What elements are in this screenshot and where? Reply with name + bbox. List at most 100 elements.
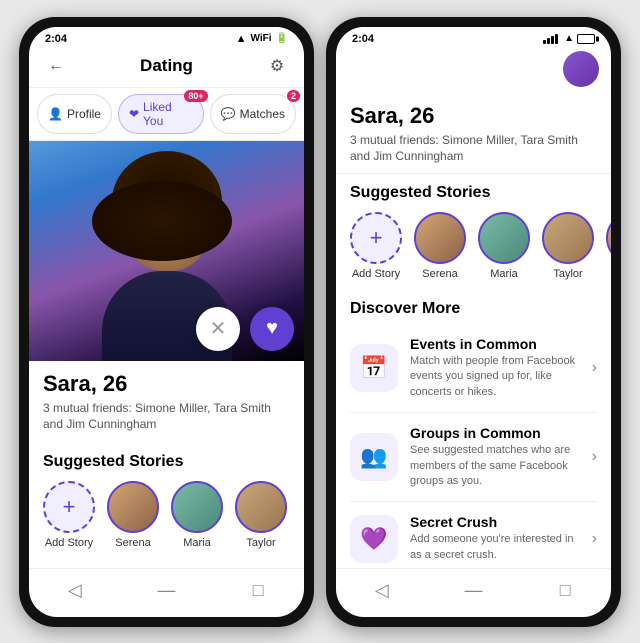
back-nav-left[interactable]: ◁ [55, 577, 95, 605]
serena-avatar[interactable] [107, 481, 159, 533]
dislike-button[interactable]: ✕ [196, 307, 240, 351]
tab-profile[interactable]: 👤 Profile [37, 94, 112, 134]
events-text: Events in Common Match with people from … [410, 336, 580, 400]
home-nav-right[interactable]: — [453, 577, 493, 605]
status-bar-right: 2:04 ▲ [336, 27, 611, 47]
like-button[interactable]: ♥ [250, 307, 294, 351]
right-story-jo[interactable]: Jo [606, 212, 611, 280]
events-desc: Match with people from Facebook events y… [410, 354, 580, 400]
secret-crush-text: Secret Crush Add someone you're interest… [410, 514, 580, 563]
right-top-area [336, 47, 611, 93]
add-story-avatar[interactable]: + [43, 481, 95, 533]
right-profile-name: Sara, 26 [350, 103, 597, 129]
right-add-avatar[interactable]: + [350, 212, 402, 264]
back-nav-right[interactable]: ◁ [362, 577, 402, 605]
taylor-avatar[interactable] [235, 481, 287, 533]
right-scroll-content: Sara, 26 3 mutual friends: Simone Miller… [336, 93, 611, 568]
right-add-label: Add Story [352, 268, 400, 280]
signal-bar-3 [551, 36, 554, 44]
tab-profile-label: Profile [67, 107, 101, 121]
right-story-taylor[interactable]: Taylor [542, 212, 594, 280]
battery-icon-left: 🔋 [276, 33, 288, 44]
maria-label: Maria [183, 537, 211, 549]
right-jo-avatar[interactable] [606, 212, 611, 264]
person-hair [112, 151, 222, 251]
right-story-maria[interactable]: Maria [478, 212, 530, 280]
square-nav-right[interactable]: □ [545, 577, 585, 605]
story-maria[interactable]: Maria [171, 481, 223, 549]
matches-badge: 2 [287, 90, 300, 102]
stories-row: + Add Story Serena Maria Taylor [29, 477, 304, 559]
chat-icon: 💬 [221, 107, 236, 121]
secret-crush-desc: Add someone you're interested in as a se… [410, 532, 580, 563]
secret-crush-name: Secret Crush [410, 514, 580, 530]
status-icons-right: ▲ [543, 33, 595, 44]
maria-avatar[interactable] [171, 481, 223, 533]
signal-bar-1 [543, 40, 546, 44]
story-add[interactable]: + Add Story [43, 481, 95, 549]
groups-icon: 👥 [350, 433, 398, 481]
signal-bar-4 [555, 34, 558, 44]
heart-icon: ❤ [129, 107, 139, 121]
wifi-icon: WiFi [251, 33, 272, 44]
signal-bars [543, 34, 558, 44]
tab-liked-you[interactable]: ❤ Liked You 80+ [118, 94, 204, 134]
wifi-icon-right: ▲ [564, 33, 574, 44]
status-bar-left: 2:04 ▲ WiFi 🔋 [29, 27, 304, 47]
discover-secret-crush[interactable]: 💜 Secret Crush Add someone you're intere… [350, 502, 597, 567]
status-icons-left: ▲ WiFi 🔋 [236, 33, 288, 45]
profile-icon: 👤 [48, 107, 63, 121]
signal-bar-2 [547, 38, 550, 44]
groups-name: Groups in Common [410, 425, 580, 441]
groups-arrow: › [592, 448, 597, 466]
groups-text: Groups in Common See suggested matches w… [410, 425, 580, 489]
events-name: Events in Common [410, 336, 580, 352]
serena-label: Serena [115, 537, 150, 549]
signal-icon: ▲ [236, 33, 247, 45]
right-story-add[interactable]: + Add Story [350, 212, 402, 280]
story-taylor[interactable]: Taylor [235, 481, 287, 549]
home-nav-left[interactable]: — [146, 577, 186, 605]
profile-friends: 3 mutual friends: Simone Miller, Tara Sm… [43, 400, 290, 434]
discover-groups[interactable]: 👥 Groups in Common See suggested matches… [350, 413, 597, 502]
right-serena-label: Serena [422, 268, 457, 280]
suggested-stories-title: Suggested Stories [29, 443, 304, 477]
user-avatar[interactable] [563, 51, 599, 87]
add-story-label: Add Story [45, 537, 93, 549]
profile-name: Sara, 26 [43, 371, 290, 397]
discover-title: Discover More [336, 290, 611, 324]
discover-list: 📅 Events in Common Match with people fro… [336, 324, 611, 567]
back-button[interactable]: ← [41, 51, 71, 81]
action-buttons: ✕ ♥ [196, 307, 294, 351]
right-maria-avatar[interactable] [478, 212, 530, 264]
tab-matches[interactable]: 💬 Matches 2 [210, 94, 296, 134]
events-arrow: › [592, 359, 597, 377]
tab-matches-label: Matches [240, 107, 285, 121]
discover-events[interactable]: 📅 Events in Common Match with people fro… [350, 324, 597, 413]
right-taylor-avatar[interactable] [542, 212, 594, 264]
right-phone: 2:04 ▲ Sara, 26 3 mutual friends: Simone… [326, 17, 621, 627]
right-profile-friends: 3 mutual friends: Simone Miller, Tara Sm… [350, 132, 597, 166]
profile-info: Sara, 26 3 mutual friends: Simone Miller… [29, 361, 304, 444]
battery-icon-right [577, 34, 595, 44]
right-story-serena[interactable]: Serena [414, 212, 466, 280]
events-icon: 📅 [350, 344, 398, 392]
secret-crush-arrow: › [592, 530, 597, 548]
tab-bar: 👤 Profile ❤ Liked You 80+ 💬 Matches 2 [29, 88, 304, 141]
groups-desc: See suggested matches who are members of… [410, 443, 580, 489]
right-stories-title: Suggested Stories [336, 174, 611, 208]
bottom-nav-right: ◁ — □ [336, 568, 611, 617]
square-nav-left[interactable]: □ [238, 577, 278, 605]
story-serena[interactable]: Serena [107, 481, 159, 549]
time-left: 2:04 [45, 33, 67, 45]
bottom-nav-left: ◁ — □ [29, 568, 304, 617]
taylor-label: Taylor [246, 537, 275, 549]
right-taylor-label: Taylor [553, 268, 582, 280]
tab-liked-you-label: Liked You [143, 100, 193, 128]
settings-button[interactable]: ⚙ [262, 51, 292, 81]
right-stories-row: + Add Story Serena Maria Taylor Jo [336, 208, 611, 290]
left-phone: 2:04 ▲ WiFi 🔋 ← Dating ⚙ 👤 Profile ❤ Lik… [19, 17, 314, 627]
right-profile-header: Sara, 26 3 mutual friends: Simone Miller… [336, 93, 611, 175]
header-title: Dating [140, 56, 193, 76]
right-serena-avatar[interactable] [414, 212, 466, 264]
